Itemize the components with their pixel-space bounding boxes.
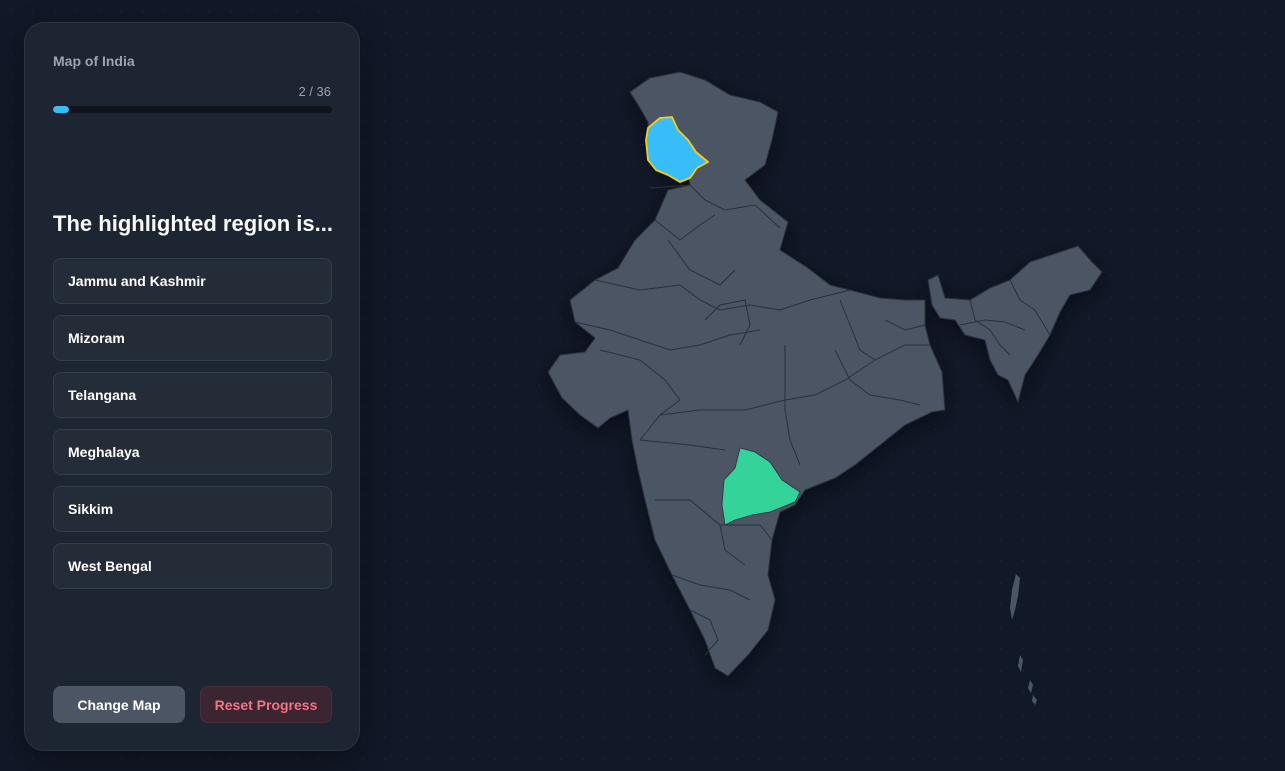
option-telangana[interactable]: Telangana <box>53 372 332 418</box>
change-map-button[interactable]: Change Map <box>53 686 185 723</box>
reset-progress-button[interactable]: Reset Progress <box>200 686 332 723</box>
option-jammu-and-kashmir[interactable]: Jammu and Kashmir <box>53 258 332 304</box>
option-west-bengal[interactable]: West Bengal <box>53 543 332 589</box>
quiz-panel: Map of India 2 / 36 The highlighted regi… <box>24 22 360 751</box>
option-mizoram[interactable]: Mizoram <box>53 315 332 361</box>
progress-bar <box>53 106 332 113</box>
india-northeast <box>927 245 1103 404</box>
india-map <box>547 71 1103 705</box>
map-title: Map of India <box>53 53 135 69</box>
andaman-nicobar-islands <box>1010 574 1037 705</box>
option-meghalaya[interactable]: Meghalaya <box>53 429 332 475</box>
progress-count: 2 / 36 <box>298 84 331 99</box>
india-mainland <box>547 71 946 677</box>
progress-bar-fill <box>53 106 69 113</box>
question-prompt: The highlighted region is... <box>53 211 333 236</box>
answer-options: Jammu and Kashmir Mizoram Telangana Megh… <box>53 258 332 600</box>
option-sikkim[interactable]: Sikkim <box>53 486 332 532</box>
